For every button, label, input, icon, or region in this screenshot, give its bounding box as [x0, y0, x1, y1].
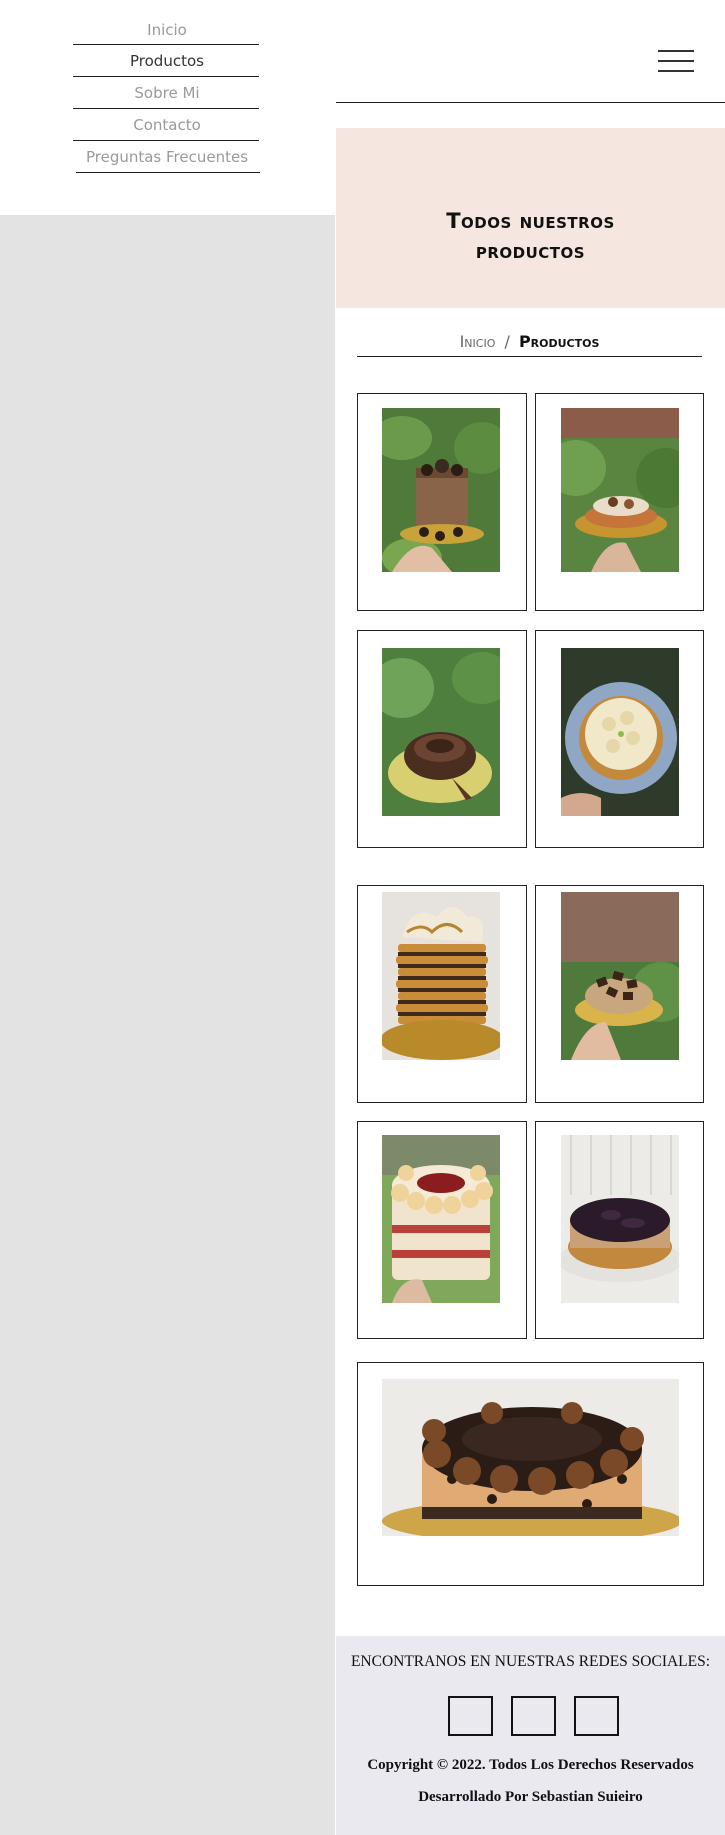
header-divider	[336, 102, 725, 103]
developer-credit: Desarrollado Por Sebastian Suieiro	[418, 1789, 643, 1805]
product-card[interactable]	[357, 1121, 527, 1339]
nav-item-contacto[interactable]: Contacto	[60, 116, 274, 134]
breadcrumb: Inicio / Productos	[357, 332, 702, 351]
hamburger-icon[interactable]	[658, 48, 694, 74]
nav-divider	[73, 108, 259, 109]
nav-divider	[73, 140, 259, 141]
product-image	[382, 1379, 679, 1536]
product-image	[561, 408, 679, 572]
nav-item-preguntas-frecuentes[interactable]: Preguntas Frecuentes	[60, 148, 274, 166]
product-card[interactable]	[535, 630, 704, 848]
nav-item-sobre-mi[interactable]: Sobre Mi	[60, 84, 274, 102]
product-image	[561, 1135, 679, 1303]
product-image	[382, 648, 500, 816]
product-card[interactable]	[535, 885, 704, 1103]
product-card[interactable]	[357, 1362, 704, 1586]
social-icon-2[interactable]	[511, 1696, 556, 1736]
product-image	[561, 648, 679, 816]
product-image	[382, 408, 500, 572]
product-image	[561, 892, 679, 1060]
product-card[interactable]	[357, 885, 527, 1103]
nav-divider	[73, 76, 259, 77]
breadcrumb-divider	[357, 356, 702, 357]
nav-divider	[73, 44, 259, 45]
breadcrumb-home-link[interactable]: Inicio	[460, 332, 496, 351]
copyright-text: Copyright © 2022. Todos Los Derechos Res…	[367, 1757, 694, 1773]
product-card[interactable]	[357, 630, 527, 848]
product-image	[382, 1135, 500, 1303]
product-card[interactable]	[357, 393, 527, 611]
breadcrumb-current: Productos	[518, 332, 600, 351]
page-title-line-2: productos	[475, 239, 586, 263]
footer-social-heading: ENCONTRANOS EN NUESTRAS REDES SOCIALES:	[350, 1653, 711, 1670]
nav-item-productos[interactable]: Productos	[60, 52, 274, 70]
page-title: Todos nuestros productos	[336, 206, 725, 266]
hero-banner: Todos nuestros productos	[336, 128, 725, 308]
product-card[interactable]	[535, 393, 704, 611]
nav-divider	[76, 172, 260, 173]
footer: ENCONTRANOS EN NUESTRAS REDES SOCIALES: …	[336, 1636, 725, 1835]
social-icon-1[interactable]	[448, 1696, 493, 1736]
left-grey-panel	[0, 215, 335, 1835]
social-icon-3[interactable]	[574, 1696, 619, 1736]
product-image	[382, 892, 500, 1060]
breadcrumb-separator: /	[504, 332, 510, 351]
nav-item-inicio[interactable]: Inicio	[60, 21, 274, 39]
product-card[interactable]	[535, 1121, 704, 1339]
page-title-line-1: Todos nuestros	[446, 209, 615, 233]
